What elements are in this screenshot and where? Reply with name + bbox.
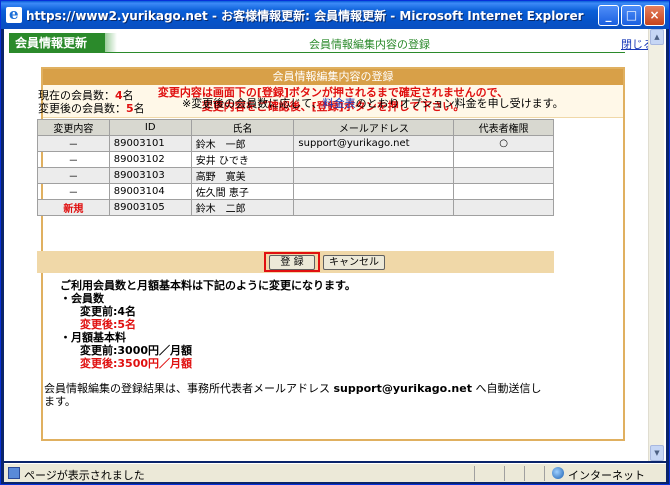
status-text: ページが表示されました xyxy=(24,469,145,482)
scroll-down-icon[interactable]: ▼ xyxy=(650,445,664,461)
title-bar: https://www2.yurikago.net - お客様情報更新: 会員情… xyxy=(1,1,669,29)
summary-intro: ご利用会員数と月額基本料は下記のように変更になります。 xyxy=(60,279,356,292)
panel-title: 会員情報編集内容の登録 xyxy=(43,69,623,85)
cell-email: support@yurikago.net xyxy=(293,135,455,152)
vertical-scrollbar[interactable]: ▲ ▼ xyxy=(648,29,664,461)
member-counts: 現在の会員数：4名 変更後の会員数：5名 xyxy=(38,89,145,115)
scroll-up-icon[interactable]: ▲ xyxy=(650,29,664,45)
footer-email: support@yurikago.net xyxy=(333,382,472,395)
page-subtitle: 会員情報編集内容の登録 xyxy=(309,38,430,51)
cell-name: 高野 寛美 xyxy=(190,167,295,184)
cell-change: － xyxy=(37,183,110,200)
col-header-rep: 代表者権限 xyxy=(453,119,554,136)
cell-change: － xyxy=(37,135,110,152)
window-title: https://www2.yurikago.net - お客様情報更新: 会員情… xyxy=(26,9,584,23)
minimize-button[interactable]: _ xyxy=(598,5,619,26)
status-divider xyxy=(504,466,505,481)
internet-zone-icon xyxy=(552,467,564,479)
cell-id: 89003103 xyxy=(108,167,192,184)
cell-id: 89003104 xyxy=(108,183,192,200)
table-row: － 89003103 高野 寛美 xyxy=(37,167,554,184)
status-divider xyxy=(524,466,525,481)
cell-email xyxy=(293,167,455,184)
members-heading: ・会員数 xyxy=(60,292,104,305)
footer-note: 会員情報編集の登録結果は、事務所代表者メールアドレス support@yurik… xyxy=(44,382,544,408)
cell-email xyxy=(293,199,455,216)
cell-name: 鈴木 二郎 xyxy=(190,199,295,216)
maximize-button[interactable]: □ xyxy=(621,5,642,26)
after-count-label: 変更後の会員数 xyxy=(38,102,115,115)
button-row: 登 録 キャンセル xyxy=(37,251,554,273)
table-header-row: 変更内容 ID 氏名 メールアドレス 代表者権限 xyxy=(37,119,554,136)
fee-note: ※変更後の会員数に応じて、料金表のとおりオプション料金を申し受けます。 xyxy=(182,95,564,111)
cell-rep xyxy=(453,167,554,184)
table-row: － 89003102 安井 ひでき xyxy=(37,151,554,168)
fee-after: 変更後:3500円／月額 xyxy=(80,357,193,370)
cell-name: 鈴木 一郎 xyxy=(190,135,295,152)
table-row: － 89003101 鈴木 一郎 support@yurikago.net ○ xyxy=(37,135,554,152)
page-header: 会員情報更新 会員情報編集内容の登録 閉じる xyxy=(9,33,654,53)
table-row: － 89003104 佐久間 恵子 xyxy=(37,183,554,200)
col-header-email: メールアドレス xyxy=(293,119,455,136)
cell-change: 新規 xyxy=(37,199,110,216)
cell-id: 89003102 xyxy=(108,151,192,168)
change-summary: ご利用会員数と月額基本料は下記のように変更になります。 ・会員数 変更前:4名 … xyxy=(60,279,356,370)
current-count-label: 現在の会員数 xyxy=(38,89,104,102)
cell-change: － xyxy=(37,151,110,168)
tag-fade xyxy=(105,33,117,53)
current-count-value: 4 xyxy=(115,89,123,102)
after-count-value: 5 xyxy=(126,102,134,115)
fee-note-prefix: ※変更後の会員数に応じて、 xyxy=(182,97,323,110)
fee-heading: ・月額基本料 xyxy=(60,331,126,344)
section-tag: 会員情報更新 xyxy=(9,33,105,53)
status-divider xyxy=(474,466,475,481)
close-button[interactable]: × xyxy=(644,5,665,26)
table-row: 新規 89003105 鈴木 二郎 xyxy=(37,199,554,216)
cell-email xyxy=(293,151,455,168)
cell-rep: ○ xyxy=(453,135,554,152)
header-underline xyxy=(105,52,625,53)
status-divider xyxy=(544,466,545,481)
col-header-name: 氏名 xyxy=(190,119,295,136)
page-icon xyxy=(8,467,20,479)
fee-before: 変更前:3000円／月額 xyxy=(80,344,193,357)
page-content: 会員情報更新 会員情報編集内容の登録 閉じる 会員情報編集内容の登録 変更内容は… xyxy=(4,29,666,461)
cell-rep xyxy=(453,183,554,200)
after-count-sep: ： xyxy=(115,102,126,115)
members-after: 変更後:5名 xyxy=(80,318,137,331)
col-header-id: ID xyxy=(108,119,192,136)
members-table: 変更内容 ID 氏名 メールアドレス 代表者権限 － 89003101 鈴木 一… xyxy=(37,119,554,216)
cancel-button[interactable]: キャンセル xyxy=(323,255,385,270)
members-before: 変更前:4名 xyxy=(80,305,137,318)
current-count-unit: 名 xyxy=(122,89,134,102)
cell-change: － xyxy=(37,167,110,184)
fee-note-suffix: のとおりオプション料金を申し受けます。 xyxy=(355,97,564,110)
current-count-sep: ： xyxy=(104,89,115,102)
browser-window: https://www2.yurikago.net - お客様情報更新: 会員情… xyxy=(0,0,670,485)
col-header-change: 変更内容 xyxy=(37,119,110,136)
cell-name: 安井 ひでき xyxy=(190,151,295,168)
cell-email xyxy=(293,183,455,200)
zone-text: インターネット xyxy=(568,469,645,482)
status-bar: ページが表示されました インターネット xyxy=(4,463,666,482)
cell-rep xyxy=(453,199,554,216)
footer-prefix: 会員情報編集の登録結果は、事務所代表者メールアドレス xyxy=(44,382,334,395)
cell-id: 89003101 xyxy=(108,135,192,152)
cell-rep xyxy=(453,151,554,168)
ie-icon xyxy=(6,5,22,23)
fee-table-link[interactable]: 料金表 xyxy=(323,97,356,110)
cell-id: 89003105 xyxy=(108,199,192,216)
after-count-unit: 名 xyxy=(133,102,145,115)
cell-name: 佐久間 恵子 xyxy=(190,183,295,200)
register-button[interactable]: 登 録 xyxy=(269,255,315,270)
